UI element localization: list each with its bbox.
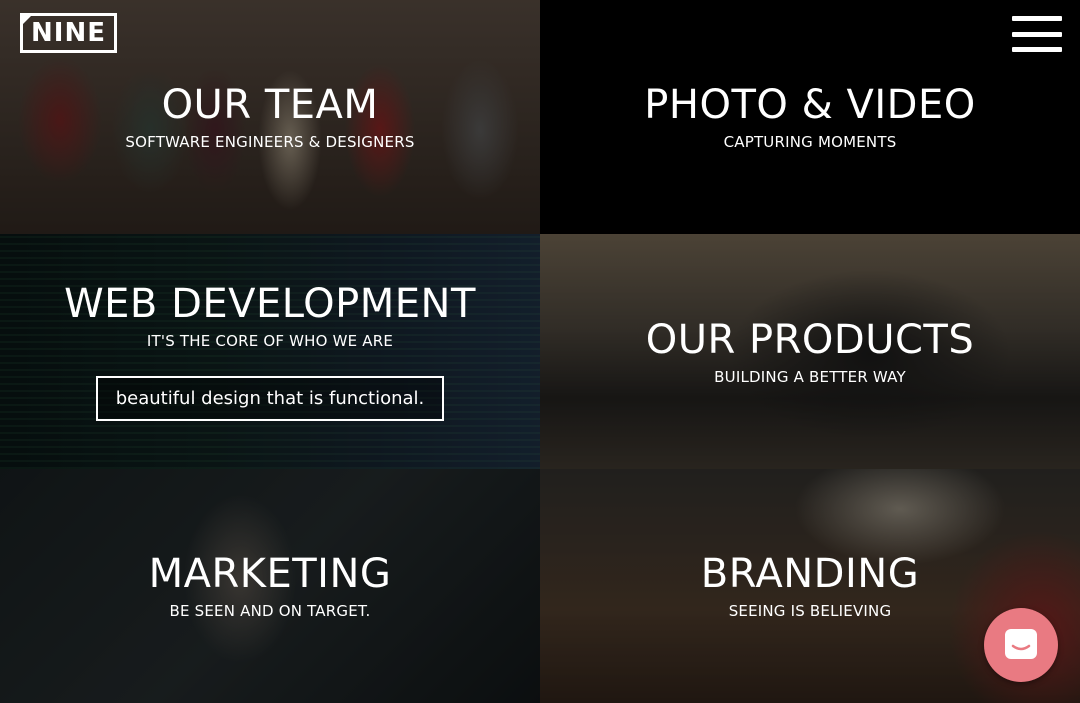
tile-our-products[interactable]: OUR PRODUCTS BUILDING A BETTER WAY <box>540 234 1080 469</box>
tile-subtitle: SOFTWARE ENGINEERS & DESIGNERS <box>125 133 415 151</box>
tile-subtitle: IT'S THE CORE OF WHO WE ARE <box>146 332 394 350</box>
tile-title: BRANDING <box>700 551 920 597</box>
web-development-cta-button[interactable]: beautiful design that is functional. <box>95 376 445 421</box>
chat-bubble-icon <box>1005 629 1037 659</box>
nine-logo[interactable]: NINE <box>20 13 117 53</box>
chat-launcher-button[interactable] <box>984 608 1058 682</box>
services-grid: OUR TEAM SOFTWARE ENGINEERS & DESIGNERS … <box>0 0 1080 703</box>
tile-marketing[interactable]: MARKETING BE SEEN AND ON TARGET. <box>0 469 540 703</box>
tile-subtitle: CAPTURING MOMENTS <box>723 133 897 151</box>
tile-photo-video[interactable]: PHOTO & VIDEO CAPTURING MOMENTS <box>540 0 1080 234</box>
tile-subtitle: SEEING IS BELIEVING <box>728 602 892 620</box>
tile-title: MARKETING <box>148 551 392 597</box>
tile-web-development[interactable]: WEB DEVELOPMENT IT'S THE CORE OF WHO WE … <box>0 234 540 469</box>
tile-title: PHOTO & VIDEO <box>644 82 976 128</box>
tile-title: WEB DEVELOPMENT <box>64 281 476 327</box>
tile-title: OUR TEAM <box>161 82 379 128</box>
hamburger-menu-icon[interactable] <box>1012 16 1062 52</box>
tile-subtitle: BE SEEN AND ON TARGET. <box>169 602 371 620</box>
tile-title: OUR PRODUCTS <box>645 316 975 363</box>
tile-subtitle: BUILDING A BETTER WAY <box>714 367 906 386</box>
